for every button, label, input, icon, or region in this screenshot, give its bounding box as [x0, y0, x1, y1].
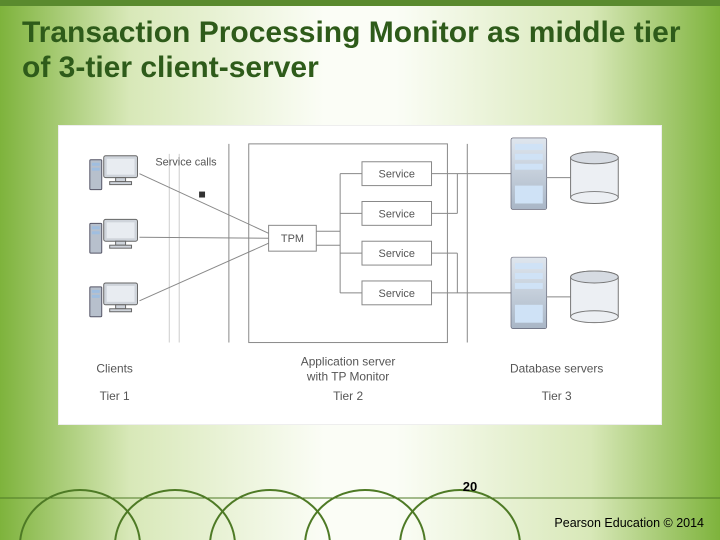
tier2-label-line1: Application server [301, 354, 396, 368]
tier2-label-line2: with TP Monitor [306, 369, 389, 383]
slide-title: Transaction Processing Monitor as middle… [0, 6, 720, 91]
copyright-footer: Pearson Education © 2014 [554, 516, 704, 530]
service-calls-label: Service calls [155, 157, 217, 169]
slide: Transaction Processing Monitor as middle… [0, 0, 720, 540]
page-number: 20 [450, 479, 490, 494]
tier3-label: Database servers [510, 361, 603, 375]
tpm-label: TPM [281, 233, 304, 245]
diagram-svg: TPM Service Service Service Service [59, 126, 661, 424]
tier2-sub: Tier 2 [333, 389, 363, 403]
architecture-diagram: TPM Service Service Service Service [58, 125, 662, 425]
db-server-top [511, 138, 618, 210]
tier1-label: Clients [96, 361, 132, 375]
svg-text:Service: Service [379, 208, 415, 220]
svg-text:Service: Service [379, 169, 415, 181]
svg-text:Service: Service [379, 288, 415, 300]
svg-text:Service: Service [379, 248, 415, 260]
tier3-sub: Tier 3 [542, 389, 572, 403]
tier1-sub: Tier 1 [100, 389, 130, 403]
call-marker [199, 192, 205, 198]
client-pcs [90, 156, 138, 317]
db-server-bottom [511, 257, 618, 329]
